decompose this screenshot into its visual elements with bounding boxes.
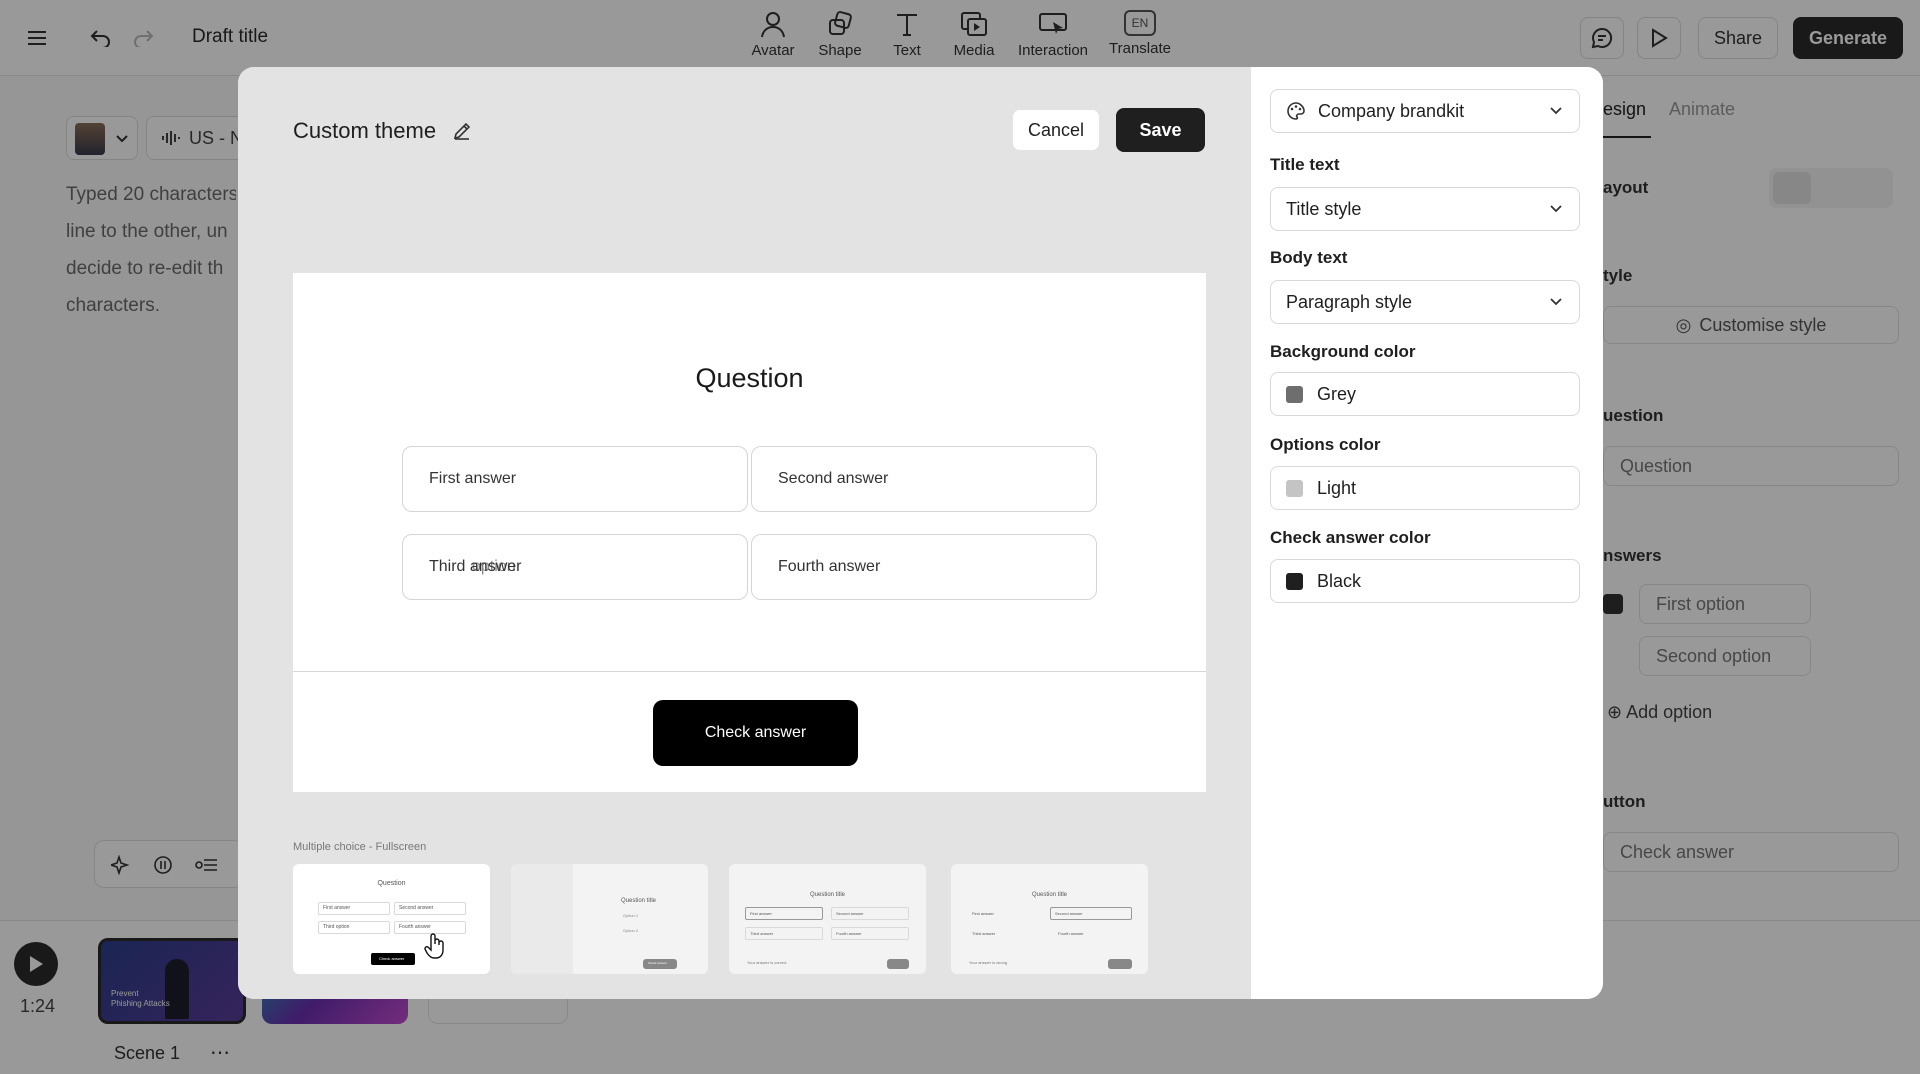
thumb-feedback: Your answer is wrong: [969, 960, 1008, 965]
thumb-answer-text: Second answer: [836, 911, 864, 916]
thumb-answer-text: Option 1: [623, 913, 639, 918]
modal-title-text: Custom theme: [293, 118, 437, 143]
palette-icon: [1287, 102, 1305, 120]
thumb-answer-text: Fourth answer: [1058, 931, 1084, 936]
thumb-answer: Second answer: [1050, 907, 1132, 920]
thumb-check-button: Check answer: [371, 953, 415, 965]
thumb-next-button: [1108, 959, 1132, 969]
thumb-answer-text: Second answer: [1055, 911, 1083, 916]
preview-question: Question: [695, 363, 804, 393]
chevron-down-icon: [1550, 107, 1562, 115]
thumb-answer: Second answer: [831, 907, 909, 920]
thumb-answer-text: Option 2: [623, 928, 639, 933]
color-swatch: [1286, 479, 1303, 497]
preview-answer[interactable]: Fourth answer: [751, 534, 1097, 600]
thumb-next-button: [887, 959, 909, 969]
thumb-media-area: [511, 864, 573, 974]
thumb-title: Question title: [809, 892, 846, 898]
body-text-label: Body text: [1270, 248, 1348, 267]
body-style-value: Paragraph style: [1286, 291, 1413, 312]
thumb-title: Question title: [621, 898, 657, 904]
thumb-button-text: Check answer: [379, 956, 405, 961]
theme-settings-panel: Company brandkit Title text Title style …: [1251, 67, 1603, 999]
thumb-title: Question title: [1031, 892, 1068, 898]
thumb-answer: Third option: [318, 921, 390, 934]
background-color-label: Background color: [1270, 342, 1416, 361]
brandkit-value: Company brandkit: [1318, 100, 1465, 121]
thumb-feedback: Your answer is correct: [747, 960, 787, 965]
preview-answer[interactable]: Second answer: [751, 446, 1097, 512]
thumb-answer-text: Second answer: [399, 905, 434, 911]
preview-answer-ghost-text: option: [472, 558, 516, 575]
thumb-answer-text: First answer: [972, 911, 994, 916]
thumb-answer: Third answer: [745, 927, 823, 940]
preview-divider: [293, 671, 1206, 672]
thumb-answer-text: Third option: [323, 924, 350, 930]
thumb-answer: Third answer: [967, 927, 1045, 940]
check-answer-color-label: Check answer color: [1270, 528, 1431, 547]
preview-answer[interactable]: First answer: [402, 446, 748, 512]
color-swatch: [1286, 385, 1303, 403]
thumb-answer-text: Fourth answer: [836, 931, 862, 936]
title-style-value: Title style: [1286, 198, 1362, 219]
save-button[interactable]: Save: [1116, 108, 1205, 152]
thumb-answer: Fourth answer: [831, 927, 909, 940]
thumb-button-text: Check answer: [648, 961, 668, 965]
options-color-label: Options color: [1270, 435, 1381, 454]
hand-cursor-icon: [424, 933, 444, 959]
thumb-answer: Second answer: [394, 902, 466, 915]
layout-thumbnail[interactable]: Question title First answer Second answe…: [951, 864, 1148, 974]
thumb-check-button: Check answer: [643, 959, 677, 969]
thumb-answer: First answer: [318, 902, 390, 915]
body-style-select[interactable]: Paragraph style: [1270, 280, 1580, 324]
thumb-answer-text: Fourth answer: [399, 924, 431, 930]
thumb-answer-text: Third answer: [750, 931, 774, 936]
thumb-answer: Fourth answer: [1053, 927, 1131, 940]
check-answer-color-picker[interactable]: Black: [1270, 559, 1580, 603]
options-color-picker[interactable]: Light: [1270, 466, 1580, 510]
layout-thumbnail[interactable]: Question title First answer Second answe…: [729, 864, 926, 974]
thumb-answer-text: First answer: [750, 911, 772, 916]
check-answer-button[interactable]: Check answer: [653, 700, 858, 766]
cancel-button[interactable]: Cancel: [1012, 109, 1100, 151]
title-text-label: Title text: [1270, 155, 1340, 174]
thumb-answer-text: First answer: [323, 905, 351, 911]
color-swatch: [1286, 572, 1303, 590]
quiz-preview: Question First answer Second answer Thir…: [293, 273, 1206, 792]
thumb-answer: First answer: [967, 907, 1045, 920]
pencil-icon[interactable]: [452, 121, 472, 141]
title-style-select[interactable]: Title style: [1270, 187, 1580, 231]
layout-thumbnail[interactable]: Question First answer Second answer Thir…: [293, 864, 490, 974]
thumb-answer-text: Third answer: [972, 931, 996, 936]
layout-thumbnail[interactable]: Question title Option 1 Option 2 Check a…: [511, 864, 708, 974]
chevron-down-icon: [1550, 205, 1562, 213]
thumb-answer: First answer: [745, 907, 823, 920]
modal-title: Custom theme: [293, 118, 472, 144]
options-color-value: Light: [1317, 477, 1357, 498]
background-color-value: Grey: [1317, 383, 1357, 404]
check-answer-color-value: Black: [1317, 570, 1362, 591]
preview-answer[interactable]: Third answer option: [402, 534, 748, 600]
thumb-title: Question: [377, 880, 406, 887]
custom-theme-modal: Custom theme Cancel Save Question First …: [238, 67, 1603, 999]
layout-name: Multiple choice - Fullscreen: [293, 841, 427, 853]
background-color-picker[interactable]: Grey: [1270, 372, 1580, 416]
theme-preview-area: Custom theme Cancel Save Question First …: [238, 67, 1251, 999]
brandkit-select[interactable]: Company brandkit: [1270, 89, 1580, 133]
chevron-down-icon: [1550, 298, 1562, 306]
